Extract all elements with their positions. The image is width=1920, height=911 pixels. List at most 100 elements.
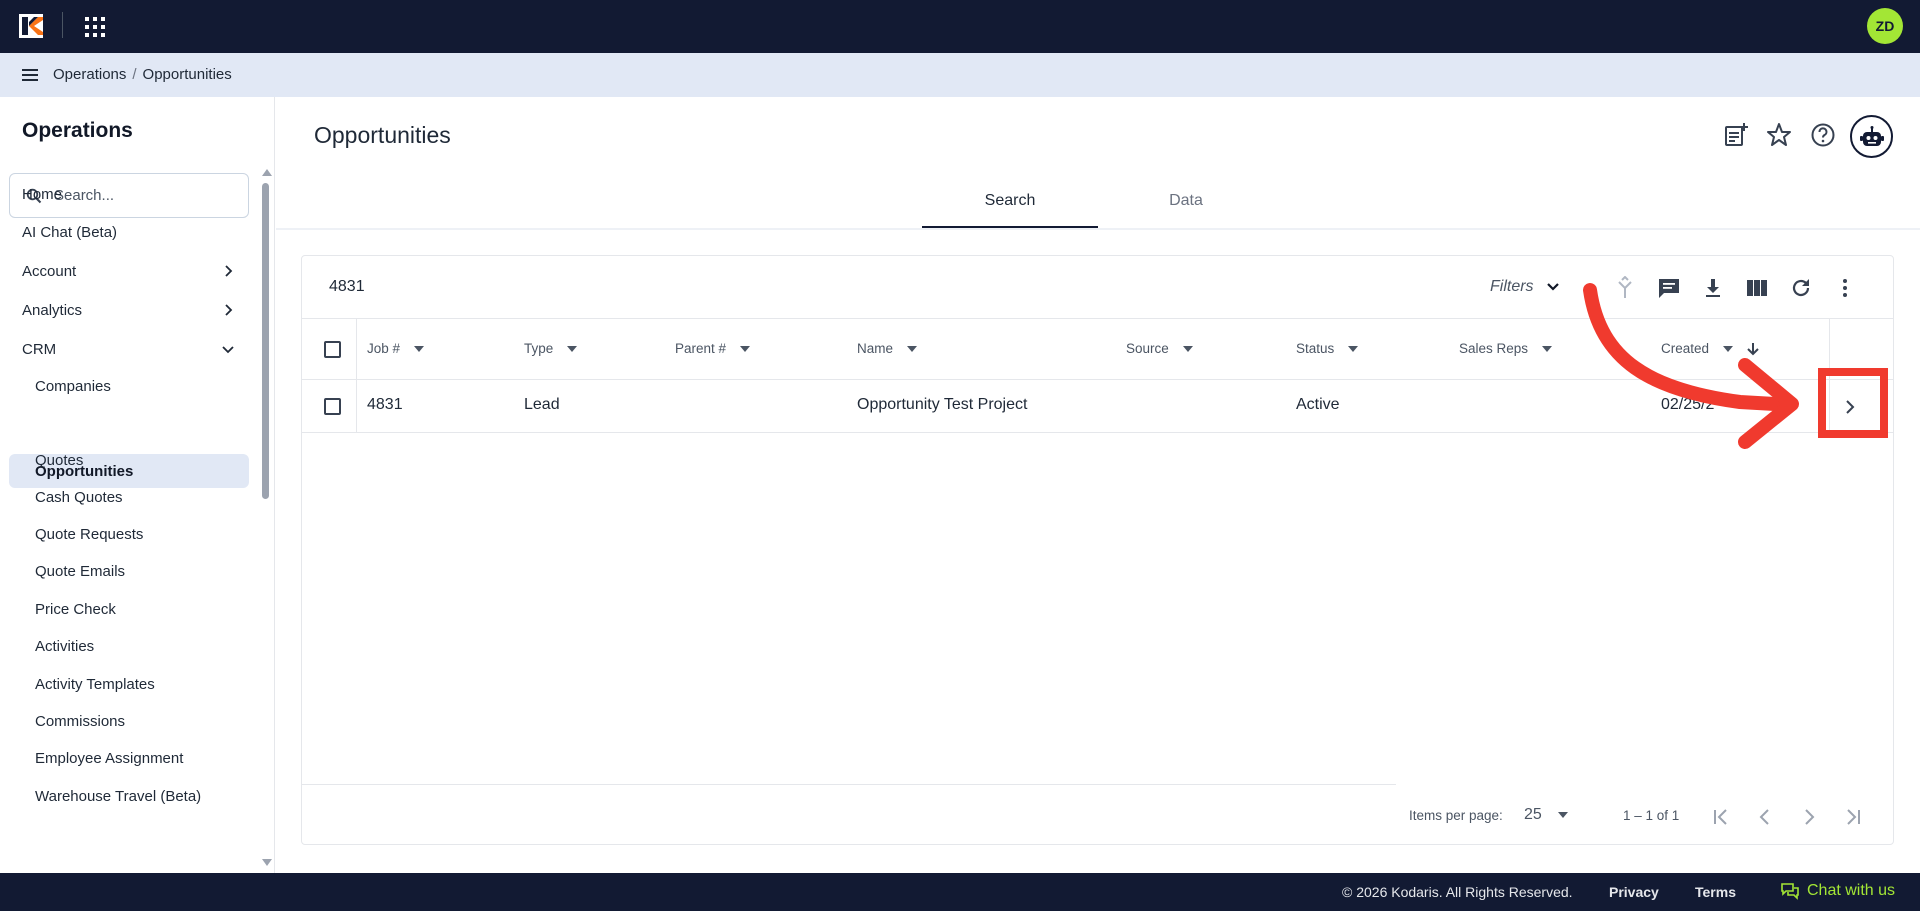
- scroll-up-arrow-icon[interactable]: [262, 169, 272, 176]
- sidebar-item-label: Quotes: [35, 451, 84, 469]
- column-header-label: Sales Reps: [1459, 341, 1529, 356]
- download-icon[interactable]: [1701, 276, 1725, 300]
- items-per-page-select[interactable]: 25: [1524, 806, 1568, 824]
- sidebar: Operations Home AI Chat (Beta) Account A…: [0, 97, 275, 873]
- sidebar-scrollbar[interactable]: [260, 169, 272, 869]
- breadcrumb-separator: /: [132, 66, 137, 83]
- cell-name: Opportunity Test Project: [857, 396, 1028, 413]
- sort-descending-icon: [1747, 342, 1759, 355]
- chevron-right-icon: [225, 304, 233, 316]
- column-header-label: Created: [1661, 341, 1710, 356]
- caret-down-icon: [414, 345, 425, 352]
- column-header-label: Name: [857, 341, 894, 356]
- column-header-status[interactable]: Status: [1296, 341, 1359, 356]
- cell-job: 4831: [367, 396, 403, 413]
- column-header-created[interactable]: Created: [1661, 341, 1759, 356]
- column-header-parent[interactable]: Parent #: [675, 341, 751, 356]
- caret-down-icon: [1348, 345, 1359, 352]
- sidebar-item-price-check[interactable]: Price Check: [9, 592, 249, 626]
- sidebar-item-analytics[interactable]: Analytics: [9, 293, 249, 327]
- column-header-source[interactable]: Source: [1126, 341, 1193, 356]
- copyright-text: © 2026 Kodaris. All Rights Reserved.: [1342, 884, 1573, 900]
- sidebar-item-label: Quote Requests: [35, 525, 144, 543]
- breadcrumb-bar: Operations / Opportunities: [0, 53, 1920, 97]
- caret-down-icon: [1542, 345, 1553, 352]
- column-header-name[interactable]: Name: [857, 341, 918, 356]
- sidebar-item-employee-assignment[interactable]: Employee Assignment: [9, 741, 249, 775]
- columns-icon[interactable]: [1745, 276, 1769, 300]
- comment-icon[interactable]: [1657, 276, 1681, 300]
- sidebar-item-quote-requests[interactable]: Quote Requests: [9, 517, 249, 551]
- tab-data[interactable]: Data: [1098, 180, 1274, 228]
- user-avatar[interactable]: ZD: [1867, 8, 1903, 44]
- sidebar-item-label: Cash Quotes: [35, 488, 123, 506]
- cell-type: Lead: [524, 396, 560, 413]
- ai-assistant-button[interactable]: [1850, 115, 1893, 158]
- table-row[interactable]: 4831 Lead Opportunity Test Project Activ…: [302, 380, 1893, 433]
- first-page-icon[interactable]: [1709, 805, 1733, 829]
- column-header-job[interactable]: Job #: [367, 341, 425, 356]
- caret-down-icon: [1557, 812, 1568, 818]
- sidebar-item-warehouse-travel[interactable]: Warehouse Travel (Beta): [9, 779, 249, 813]
- chat-with-us-label: Chat with us: [1807, 882, 1896, 899]
- terms-link[interactable]: Terms: [1695, 884, 1736, 900]
- column-header-label: Job #: [367, 341, 401, 356]
- breadcrumb-item-operations[interactable]: Operations: [53, 66, 126, 83]
- sidebar-item-home[interactable]: Home: [9, 177, 249, 211]
- sidebar-item-activities[interactable]: Activities: [9, 629, 249, 663]
- topbar-divider: [62, 12, 63, 38]
- row-checkbox[interactable]: [324, 398, 341, 415]
- refresh-icon[interactable]: [1789, 276, 1813, 300]
- sidebar-item-label: CRM: [22, 340, 57, 358]
- star-icon[interactable]: [1766, 122, 1792, 148]
- kodaris-logo[interactable]: [19, 14, 43, 38]
- scrollbar-thumb[interactable]: [262, 183, 269, 499]
- apps-grid-icon[interactable]: [84, 16, 106, 38]
- previous-page-icon[interactable]: [1753, 805, 1777, 829]
- column-divider: [1829, 380, 1830, 433]
- scroll-down-arrow-icon[interactable]: [262, 859, 272, 866]
- robot-icon: [1859, 125, 1884, 146]
- chat-with-us-button[interactable]: Chat with us: [1781, 882, 1895, 900]
- sidebar-item-label: Home: [22, 185, 63, 203]
- result-count: 4831: [329, 278, 365, 295]
- select-all-checkbox[interactable]: [324, 341, 341, 358]
- sidebar-item-label: Activities: [35, 637, 95, 655]
- sidebar-item-account[interactable]: Account: [9, 254, 249, 288]
- sidebar-title: Operations: [22, 119, 133, 142]
- top-bar: ZD: [0, 0, 1920, 53]
- chevron-right-icon: [225, 265, 233, 277]
- sidebar-item-activity-templates[interactable]: Activity Templates: [9, 667, 249, 701]
- merge-icon[interactable]: [1613, 276, 1637, 300]
- pagination-range: 1 – 1 of 1: [1623, 808, 1680, 823]
- sidebar-item-quotes[interactable]: Quotes: [9, 443, 249, 477]
- sidebar-item-crm[interactable]: CRM: [9, 332, 249, 366]
- sidebar-item-cash-quotes[interactable]: Cash Quotes: [9, 480, 249, 514]
- column-header-sales-reps[interactable]: Sales Reps: [1459, 341, 1553, 356]
- privacy-link[interactable]: Privacy: [1609, 884, 1659, 900]
- next-page-icon[interactable]: [1797, 805, 1821, 829]
- chat-bubble-icon: [1781, 883, 1799, 900]
- caret-down-icon: [740, 345, 751, 352]
- cell-status: Active: [1296, 396, 1340, 413]
- sidebar-item-quote-emails[interactable]: Quote Emails: [9, 554, 249, 588]
- sidebar-item-commissions[interactable]: Commissions: [9, 704, 249, 738]
- cell-created: 02/25/2: [1661, 396, 1715, 413]
- filters-dropdown[interactable]: Filters: [1490, 278, 1560, 296]
- sidebar-item-label: Price Check: [35, 600, 116, 618]
- paginator-divider: [302, 784, 1396, 785]
- column-header-label: Source: [1126, 341, 1169, 356]
- more-vert-icon[interactable]: [1833, 276, 1857, 300]
- sidebar-item-companies[interactable]: Companies: [9, 369, 249, 403]
- tab-search[interactable]: Search: [922, 180, 1098, 228]
- row-open-arrow-icon[interactable]: [1837, 394, 1863, 420]
- add-note-icon[interactable]: [1723, 122, 1749, 148]
- sidebar-item-ai-chat[interactable]: AI Chat (Beta): [9, 215, 249, 249]
- column-divider: [356, 380, 357, 433]
- column-header-type[interactable]: Type: [524, 341, 578, 356]
- breadcrumb-item-opportunities[interactable]: Opportunities: [143, 66, 232, 83]
- menu-icon[interactable]: [21, 66, 39, 84]
- help-icon[interactable]: [1810, 122, 1836, 148]
- last-page-icon[interactable]: [1841, 805, 1865, 829]
- sidebar-item-label: Analytics: [22, 301, 83, 319]
